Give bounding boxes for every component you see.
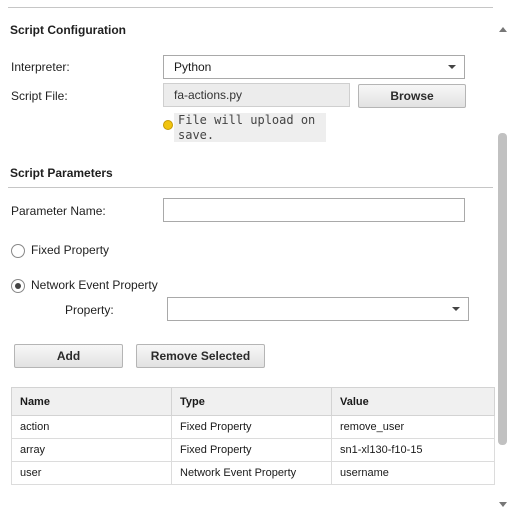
upload-note-line1: File will upload on: [178, 113, 316, 127]
table-row[interactable]: user Network Event Property username: [11, 461, 495, 485]
table-cell-type: Fixed Property: [171, 438, 332, 462]
table-cell-name: action: [11, 415, 172, 439]
upload-note-line2: save.: [178, 128, 215, 142]
table-row[interactable]: action Fixed Property remove_user: [11, 415, 495, 439]
fixed-property-label[interactable]: Fixed Property: [31, 243, 109, 257]
table-cell-value: sn1-xl130-f10-15: [331, 438, 495, 462]
column-header-name[interactable]: Name: [11, 387, 172, 416]
script-file-field: fa-actions.py: [163, 83, 350, 107]
upload-note: File will upload on save.: [174, 113, 326, 142]
table-cell-type: Fixed Property: [171, 415, 332, 439]
table-cell-name: array: [11, 438, 172, 462]
top-divider: [8, 7, 493, 8]
table-cell-name: user: [11, 461, 172, 485]
table-header-row: Name Type Value: [11, 387, 495, 416]
property-select[interactable]: [167, 297, 469, 321]
scrollbar-thumb[interactable]: [498, 133, 507, 445]
interpreter-label: Interpreter:: [11, 60, 70, 74]
property-label: Property:: [65, 303, 114, 317]
add-button[interactable]: Add: [14, 344, 123, 368]
scroll-up-arrow-icon[interactable]: [499, 27, 507, 32]
script-file-label: Script File:: [11, 89, 68, 103]
scroll-down-arrow-icon[interactable]: [499, 502, 507, 507]
column-header-type[interactable]: Type: [171, 387, 332, 416]
chevron-down-icon: [452, 307, 460, 311]
table-cell-type: Network Event Property: [171, 461, 332, 485]
network-event-property-radio[interactable]: [11, 279, 25, 293]
column-header-value[interactable]: Value: [331, 387, 495, 416]
table-cell-value: remove_user: [331, 415, 495, 439]
interpreter-select[interactable]: Python: [163, 55, 465, 79]
parameters-divider: [8, 187, 493, 188]
parameters-table: Name Type Value action Fixed Property re…: [11, 387, 495, 485]
remove-selected-button[interactable]: Remove Selected: [136, 344, 265, 368]
parameter-name-label: Parameter Name:: [11, 204, 106, 218]
network-event-property-label[interactable]: Network Event Property: [31, 278, 158, 292]
table-row[interactable]: array Fixed Property sn1-xl130-f10-15: [11, 438, 495, 462]
interpreter-value: Python: [174, 60, 212, 74]
parameter-name-input[interactable]: [163, 198, 465, 222]
fixed-property-radio[interactable]: [11, 244, 25, 258]
info-dot-icon: [163, 120, 173, 130]
script-file-value: fa-actions.py: [174, 88, 243, 102]
browse-button[interactable]: Browse: [358, 84, 466, 108]
table-cell-value: username: [331, 461, 495, 485]
chevron-down-icon: [448, 65, 456, 69]
script-configuration-title: Script Configuration: [10, 23, 126, 37]
script-parameters-title: Script Parameters: [10, 166, 113, 180]
